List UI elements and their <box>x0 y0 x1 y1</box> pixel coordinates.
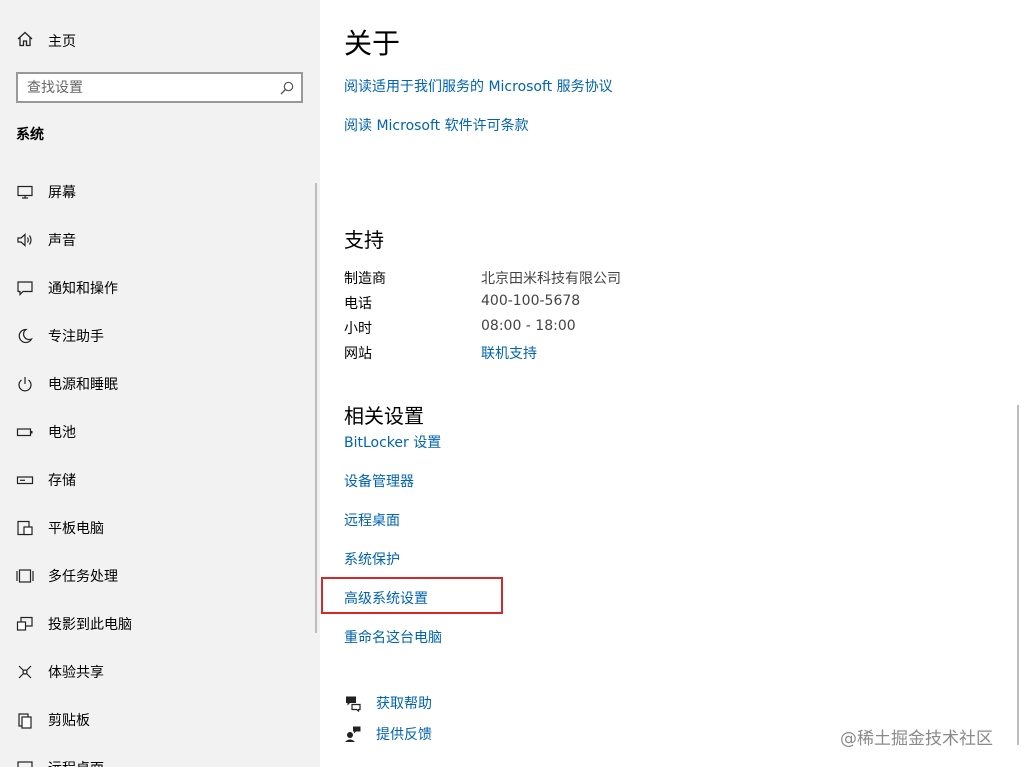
sidebar-item-sound[interactable]: 声音 <box>0 216 315 264</box>
system-protection-link[interactable]: 系统保护 <box>344 549 400 569</box>
notification-icon <box>16 279 34 297</box>
sidebar-item-clipboard[interactable]: 剪贴板 <box>0 696 315 744</box>
rename-pc-link[interactable]: 重命名这台电脑 <box>344 627 442 647</box>
feedback-link[interactable]: 提供反馈 <box>376 724 432 744</box>
online-support-link[interactable]: 联机支持 <box>481 343 537 363</box>
support-key: 网站 <box>344 346 372 362</box>
sidebar-item-label: 存储 <box>48 473 76 489</box>
remote-desktop-link[interactable]: 远程桌面 <box>344 510 400 530</box>
sidebar-item-display[interactable]: 屏幕 <box>0 168 315 216</box>
sidebar-item-label: 专注助手 <box>48 329 104 345</box>
service-agreement-link[interactable]: 阅读适用于我们服务的 Microsoft 服务协议 <box>344 76 613 96</box>
clipboard-icon <box>16 711 34 729</box>
sidebar-item-storage[interactable]: 存储 <box>0 456 315 504</box>
feedback-row[interactable]: 提供反馈 <box>344 724 432 744</box>
sidebar-item-label: 电池 <box>48 425 76 441</box>
sidebar-item-tablet[interactable]: 平板电脑 <box>0 504 315 552</box>
support-value: 北京田米科技有限公司 <box>481 271 621 287</box>
power-icon <box>16 375 34 393</box>
license-terms-link[interactable]: 阅读 Microsoft 软件许可条款 <box>344 115 529 135</box>
sidebar-item-label: 平板电脑 <box>48 521 104 537</box>
section-title: 系统 <box>16 127 44 143</box>
tablet-icon <box>16 519 34 537</box>
main-content: 关于 阅读适用于我们服务的 Microsoft 服务协议 阅读 Microsof… <box>344 0 1004 767</box>
highlight-box <box>321 577 503 614</box>
sidebar-item-power[interactable]: 电源和睡眠 <box>0 360 315 408</box>
bitlocker-settings-link[interactable]: BitLocker 设置 <box>344 432 441 452</box>
sidebar-item-label: 体验共享 <box>48 665 104 681</box>
sidebar-item-label: 远程桌面 <box>48 758 104 767</box>
get-help-link[interactable]: 获取帮助 <box>376 693 432 713</box>
speaker-icon <box>16 231 34 249</box>
search-input[interactable] <box>18 74 267 101</box>
share-icon <box>16 663 34 681</box>
support-key: 小时 <box>344 321 372 337</box>
projection-icon <box>16 615 34 633</box>
sidebar-item-multitasking[interactable]: 多任务处理 <box>0 552 315 600</box>
sidebar-item-label: 剪贴板 <box>48 713 90 729</box>
sidebar-item-shared-experiences[interactable]: 体验共享 <box>0 648 315 696</box>
sidebar-item-label: 屏幕 <box>48 185 76 201</box>
sidebar-item-focus-assist[interactable]: 专注助手 <box>0 312 315 360</box>
get-help-row[interactable]: 获取帮助 <box>344 693 432 713</box>
sidebar-item-label: 多任务处理 <box>48 569 118 585</box>
sidebar-item-label: 投影到此电脑 <box>48 617 132 633</box>
support-key: 制造商 <box>344 271 386 287</box>
sidebar-item-notifications[interactable]: 通知和操作 <box>0 264 315 312</box>
home-label: 主页 <box>48 34 76 50</box>
sidebar-item-battery[interactable]: 电池 <box>0 408 315 456</box>
home-icon <box>16 30 34 52</box>
sidebar-nav: 屏幕 声音 通知和操作 专注助手 电源和睡眠 电池 存储 平板电脑 多任务处理 … <box>0 168 315 767</box>
support-heading: 支持 <box>344 228 384 252</box>
watermark: @稀土掘金技术社区 <box>840 729 993 749</box>
search-icon[interactable] <box>279 80 295 100</box>
support-value: 08:00 - 18:00 <box>481 318 576 334</box>
sidebar-item-projection[interactable]: 投影到此电脑 <box>0 600 315 648</box>
monitor-icon <box>16 183 34 201</box>
sidebar-item-label: 电源和睡眠 <box>48 377 118 393</box>
main-scrollbar[interactable] <box>1017 405 1019 745</box>
related-settings-heading: 相关设置 <box>344 404 424 428</box>
multitasking-icon <box>16 567 34 585</box>
chat-help-icon <box>344 694 362 712</box>
search-box[interactable] <box>16 72 303 103</box>
battery-icon <box>16 423 34 441</box>
sidebar-item-remote-desktop[interactable]: 远程桌面 <box>0 744 315 767</box>
remote-desktop-icon <box>16 759 34 767</box>
support-key: 电话 <box>344 296 372 312</box>
feedback-icon <box>344 725 362 743</box>
sidebar: 主页 系统 屏幕 声音 通知和操作 专注助手 电源和睡眠 <box>0 0 320 767</box>
sidebar-scrollbar[interactable] <box>315 183 317 633</box>
support-value: 400-100-5678 <box>481 293 581 309</box>
page-title: 关于 <box>344 27 401 60</box>
moon-icon <box>16 327 34 345</box>
sidebar-item-label: 通知和操作 <box>48 281 118 297</box>
storage-icon <box>16 471 34 489</box>
sidebar-item-label: 声音 <box>48 233 76 249</box>
home-button[interactable]: 主页 <box>16 30 76 52</box>
device-manager-link[interactable]: 设备管理器 <box>344 471 414 491</box>
